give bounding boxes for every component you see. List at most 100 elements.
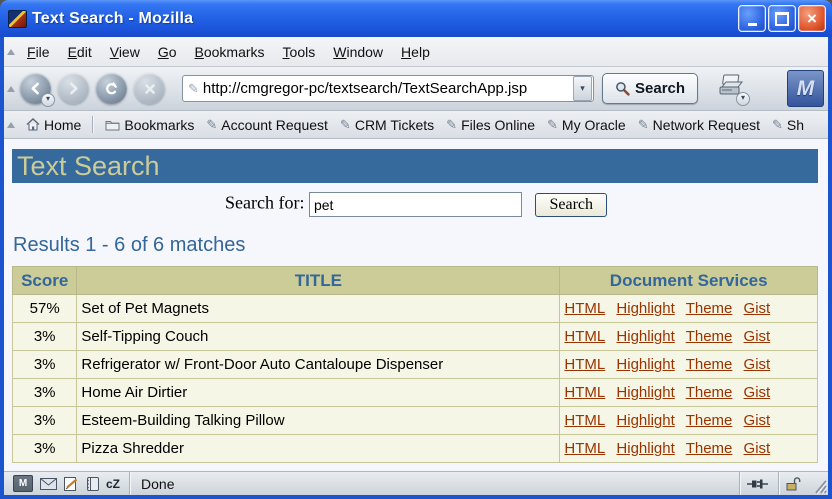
menu-item-file[interactable]: File (18, 41, 59, 63)
back-button[interactable]: ▾ (20, 73, 51, 104)
navigator-component-icon[interactable]: M (13, 475, 33, 492)
print-dropdown[interactable]: ▾ (736, 92, 750, 106)
title-cell: Home Air Dirtier (77, 379, 560, 407)
bookmark-item-crm-tickets[interactable]: ✎CRM Tickets (334, 115, 440, 135)
url-bar[interactable]: ✎ http://cmgregor-pc/textsearch/TextSear… (182, 75, 594, 102)
doc-service-link-gist[interactable]: Gist (744, 412, 771, 429)
doc-service-link-gist[interactable]: Gist (744, 300, 771, 317)
addressbook-component-icon[interactable] (86, 477, 99, 491)
minimize-icon (748, 23, 757, 26)
toolbar-search-button[interactable]: Search (602, 73, 698, 104)
maximize-icon (775, 12, 789, 26)
menu-item-go[interactable]: Go (149, 41, 186, 63)
mozilla-app-icon (8, 10, 27, 28)
doc-service-link-html[interactable]: HTML (564, 412, 605, 429)
result-row: 3%Home Air DirtierHTML Highlight Theme G… (13, 379, 818, 407)
back-arrow-icon (29, 82, 42, 95)
document-services-header: Document Services (560, 267, 818, 295)
page-content: Text Search Search for: Search Results 1… (4, 139, 828, 471)
doc-service-link-theme[interactable]: Theme (686, 328, 733, 345)
bookmark-item-label: Home (44, 117, 81, 133)
toolbar-grippy[interactable] (7, 122, 15, 128)
score-cell: 3% (13, 351, 77, 379)
online-status-indicator[interactable] (739, 472, 778, 495)
composer-component-icon[interactable] (64, 477, 79, 491)
bookmark-item-label: Bookmarks (124, 117, 194, 133)
stop-button[interactable] (134, 73, 165, 104)
result-row: 3%Self-Tipping CouchHTML Highlight Theme… (13, 323, 818, 351)
doc-service-link-theme[interactable]: Theme (686, 300, 733, 317)
toolbar-separator (92, 116, 94, 133)
mozilla-logo[interactable]: M (787, 70, 824, 107)
toolbar-search-label: Search (635, 80, 685, 97)
reload-button[interactable] (96, 73, 127, 104)
results-table-body: 57%Set of Pet MagnetsHTML Highlight Them… (13, 295, 818, 463)
doc-service-link-highlight[interactable]: Highlight (616, 412, 674, 429)
doc-service-link-html[interactable]: HTML (564, 328, 605, 345)
bookmark-item-sh[interactable]: ✎Sh (766, 115, 810, 135)
menu-item-view[interactable]: View (101, 41, 149, 63)
doc-service-link-html[interactable]: HTML (564, 384, 605, 401)
title-bar[interactable]: Text Search - Mozilla × (0, 0, 832, 37)
toolbar-grippy[interactable] (7, 86, 15, 92)
doc-service-link-highlight[interactable]: Highlight (616, 440, 674, 457)
results-table: Score TITLE Document Services 57%Set of … (12, 266, 818, 463)
doc-service-link-highlight[interactable]: Highlight (616, 356, 674, 373)
title-cell: Pizza Shredder (77, 435, 560, 463)
services-cell: HTML Highlight Theme Gist (560, 295, 818, 323)
maximize-button[interactable] (768, 5, 796, 32)
doc-service-link-theme[interactable]: Theme (686, 440, 733, 457)
reload-icon (104, 81, 119, 96)
doc-service-link-highlight[interactable]: Highlight (616, 384, 674, 401)
doc-service-link-gist[interactable]: Gist (744, 356, 771, 373)
print-button[interactable]: ▾ (716, 74, 746, 103)
doc-service-link-html[interactable]: HTML (564, 300, 605, 317)
score-header: Score (13, 267, 77, 295)
search-input[interactable] (309, 192, 522, 217)
bookmark-item-account-request[interactable]: ✎Account Request (200, 115, 334, 135)
page-search-button[interactable]: Search (535, 193, 607, 217)
bookmark-item-my-oracle[interactable]: ✎My Oracle (541, 115, 632, 135)
doc-service-link-theme[interactable]: Theme (686, 384, 733, 401)
menu-item-bookmarks[interactable]: Bookmarks (186, 41, 274, 63)
stop-icon (144, 83, 156, 95)
score-cell: 3% (13, 407, 77, 435)
url-bookmark-icon[interactable]: ✎ (188, 81, 199, 97)
doc-service-link-gist[interactable]: Gist (744, 440, 771, 457)
search-form: Search for: Search (10, 192, 822, 217)
doc-service-link-theme[interactable]: Theme (686, 356, 733, 373)
security-indicator[interactable] (778, 472, 808, 495)
bookmark-icon: ✎ (638, 117, 649, 133)
doc-service-link-highlight[interactable]: Highlight (616, 328, 674, 345)
title-cell: Set of Pet Magnets (77, 295, 560, 323)
menu-item-tools[interactable]: Tools (274, 41, 325, 63)
menu-item-window[interactable]: Window (324, 41, 392, 63)
doc-service-link-html[interactable]: HTML (564, 440, 605, 457)
score-cell: 3% (13, 379, 77, 407)
back-history-dropdown[interactable]: ▾ (41, 93, 55, 107)
doc-service-link-gist[interactable]: Gist (744, 328, 771, 345)
doc-service-link-theme[interactable]: Theme (686, 412, 733, 429)
url-dropdown-button[interactable]: ▾ (573, 76, 592, 101)
minimize-button[interactable] (738, 5, 766, 32)
toolbar-grippy[interactable] (7, 49, 15, 55)
bookmark-item-home[interactable]: Home (20, 115, 87, 135)
resize-grip[interactable] (808, 473, 828, 495)
results-heading: Results 1 - 6 of 6 matches (13, 234, 822, 257)
bookmark-item-bookmarks[interactable]: Bookmarks (99, 115, 200, 135)
personal-toolbar-items: Home Bookmarks ✎Account Request✎CRM Ticket… (20, 115, 828, 135)
bookmark-item-files-online[interactable]: ✎Files Online (440, 115, 541, 135)
services-cell: HTML Highlight Theme Gist (560, 323, 818, 351)
mail-component-icon[interactable] (40, 478, 57, 490)
chatzilla-component-icon[interactable]: cZ (106, 477, 120, 491)
menu-item-help[interactable]: Help (392, 41, 439, 63)
doc-service-link-gist[interactable]: Gist (744, 384, 771, 401)
forward-button[interactable] (58, 73, 89, 104)
doc-service-link-highlight[interactable]: Highlight (616, 300, 674, 317)
bookmark-item-network-request[interactable]: ✎Network Request (632, 115, 766, 135)
doc-service-link-html[interactable]: HTML (564, 356, 605, 373)
menu-item-edit[interactable]: Edit (59, 41, 101, 63)
close-button[interactable]: × (798, 5, 826, 32)
url-input[interactable]: http://cmgregor-pc/textsearch/TextSearch… (203, 80, 572, 97)
results-header-row: Score TITLE Document Services (13, 267, 818, 295)
